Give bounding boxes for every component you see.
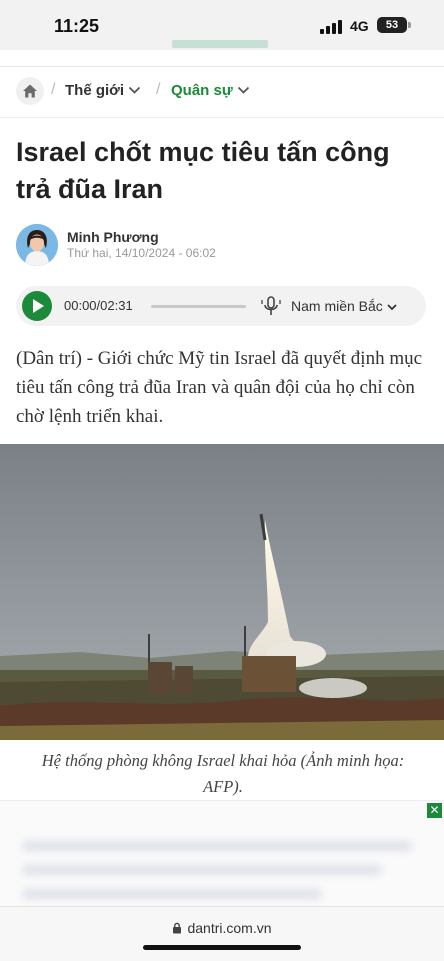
home-indicator[interactable] [143,945,301,950]
photo-caption: Hệ thống phòng không Israel khai hỏa (Ản… [41,751,405,796]
breadcrumb: / Thế giới / Quân sự [0,66,444,118]
voice-select[interactable]: Nam miền Bắc [291,298,397,314]
audio-progress-bar[interactable] [151,305,246,308]
article-photo[interactable] [0,444,444,740]
audio-time: 00:00/02:31 [64,298,133,313]
lock-icon [173,922,182,934]
breadcrumb-separator: / [51,81,56,98]
article-title: Israel chốt mục tiêu tấn công trả đũa Ir… [16,137,390,204]
chevron-down-icon[interactable] [237,86,250,95]
browser-url-bar[interactable]: dantri.com.vn [0,906,444,961]
microphone-icon[interactable] [261,295,281,317]
play-icon[interactable] [22,291,52,321]
url-text: dantri.com.vn [187,920,272,936]
breadcrumb-subsection[interactable]: Quân sự [171,82,233,99]
site-logo[interactable] [172,40,268,48]
battery-icon: 53 [377,17,407,33]
author-name[interactable]: Minh Phương [67,229,159,245]
chevron-down-icon [387,304,397,311]
breadcrumb-section[interactable]: Thế giới [65,82,124,99]
signal-icon [320,20,344,34]
avatar[interactable] [16,224,58,266]
ad-banner[interactable]: ✕ [0,800,444,907]
close-icon[interactable]: ✕ [427,803,442,818]
status-time: 11:25 [54,16,100,36]
audio-player: 00:00/02:31 Nam miền Bắc [16,286,426,326]
article-lead: (Dân trí) - Giới chức Mỹ tin Israel đã q… [16,348,423,427]
battery-tip [408,22,411,28]
voice-select-label: Nam miền Bắc [291,298,383,314]
publish-date: Thứ hai, 14/10/2024 - 06:02 [67,246,216,260]
network-type: 4G [350,18,369,34]
chevron-down-icon[interactable] [128,86,141,95]
home-icon[interactable] [16,77,44,105]
breadcrumb-separator: / [156,81,161,98]
